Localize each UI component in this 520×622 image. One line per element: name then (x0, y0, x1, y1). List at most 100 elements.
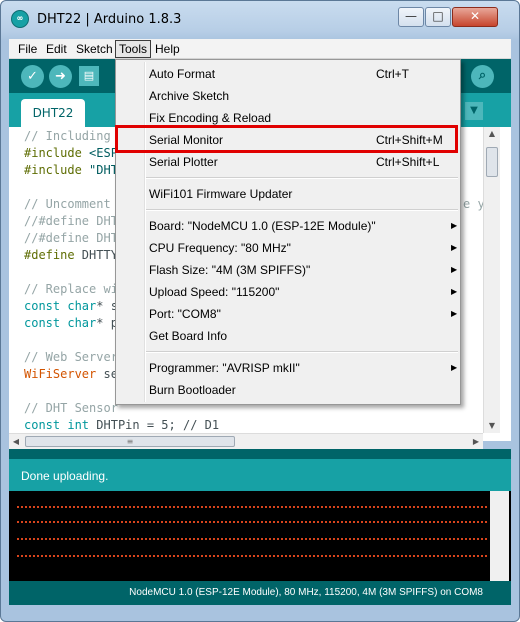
menu-item-label: Port: "COM8" (149, 307, 221, 321)
menu-item-label: Serial Plotter (149, 155, 218, 169)
code-token: char (67, 316, 97, 330)
vertical-scroll-thumb[interactable] (486, 147, 498, 177)
code-line: // Replace wi (24, 281, 118, 298)
menu-item-programmer[interactable]: Programmer: "AVRISP mkII" ▶ (116, 357, 460, 379)
menu-edit[interactable]: Edit (43, 40, 70, 58)
code-token: #include (24, 163, 82, 177)
menu-item-label: Burn Bootloader (149, 383, 236, 397)
code-line: const int DHTPin = 5; // D1 (24, 417, 219, 434)
minimize-button[interactable]: — (398, 7, 424, 27)
code-token: DHTTY (74, 248, 118, 262)
maximize-button[interactable]: □ (425, 7, 451, 27)
console-output-line (17, 538, 487, 540)
editor-vertical-scrollbar[interactable]: ▲ ▼ (483, 127, 500, 433)
menu-item-archive-sketch[interactable]: Archive Sketch (116, 85, 460, 107)
menu-item-shortcut: Ctrl+T (376, 67, 409, 81)
code-line: // Including (24, 128, 111, 145)
arduino-ide-window: ∞ DHT22 | Arduino 1.8.3 — □ ✕ File Edit … (0, 0, 520, 622)
status-message: Done uploading. (21, 469, 109, 483)
code-line: const char* p (24, 315, 118, 332)
submenu-arrow-icon: ▶ (451, 287, 458, 296)
verify-button[interactable]: ✓ (21, 65, 44, 88)
menu-item-flash-size[interactable]: Flash Size: "4M (3M SPIFFS)" ▶ (116, 259, 460, 281)
menu-item-shortcut: Ctrl+Shift+L (376, 155, 440, 169)
tab-dht22[interactable]: DHT22 (21, 99, 85, 127)
code-line: //#define DHT (24, 230, 118, 247)
code-token: int (67, 418, 90, 432)
code-token: #include (24, 146, 82, 160)
code-line: #include <ESP (24, 145, 118, 162)
code-line: const char* s (24, 298, 118, 315)
menu-item-label: Board: "NodeMCU 1.0 (ESP-12E Module)" (149, 219, 376, 233)
menu-item-label: CPU Frequency: "80 MHz" (149, 241, 291, 255)
submenu-arrow-icon: ▶ (451, 363, 458, 372)
code-token: "DHT (81, 163, 118, 177)
menu-item-upload-speed[interactable]: Upload Speed: "115200" ▶ (116, 281, 460, 303)
editor-horizontal-scrollbar[interactable]: ◀ ≡ ▶ (9, 433, 483, 449)
scroll-left-arrow-icon[interactable]: ◀ (9, 434, 23, 449)
new-sketch-button[interactable]: ▤ (79, 66, 99, 86)
code-token: // Including (24, 129, 111, 143)
menu-tools[interactable]: Tools (115, 40, 152, 58)
menu-item-label: Programmer: "AVRISP mkII" (149, 361, 300, 375)
menu-item-burn-bootloader[interactable]: Burn Bootloader (116, 379, 460, 401)
menu-item-serial-plotter[interactable]: Serial Plotter Ctrl+Shift+L (116, 151, 460, 173)
menu-item-get-board-info[interactable]: Get Board Info (116, 325, 460, 347)
menu-item-label: Get Board Info (149, 329, 228, 343)
code-overflow-fragment: e y (463, 197, 485, 211)
upload-button[interactable]: ➜ (49, 65, 72, 88)
menu-item-auto-format[interactable]: Auto Format Ctrl+T (116, 63, 460, 85)
tab-menu-button[interactable]: ▼ (465, 102, 483, 120)
code-line: #define DHTTY (24, 247, 118, 264)
tools-dropdown-menu: Auto Format Ctrl+T Archive Sketch Fix Encod… (115, 59, 461, 405)
code-token: // Uncomment (24, 197, 111, 211)
menu-separator (146, 209, 458, 211)
console-output-line (17, 555, 487, 557)
code-token: // Web Server (24, 350, 118, 364)
horizontal-scroll-thumb[interactable]: ≡ (25, 436, 235, 447)
window-title: DHT22 | Arduino 1.8.3 (37, 12, 182, 27)
console-output-line (17, 521, 487, 523)
submenu-arrow-icon: ▶ (451, 221, 458, 230)
serial-monitor-highlight (115, 125, 458, 153)
menu-sketch[interactable]: Sketch (73, 40, 116, 58)
code-line: // Uncomment (24, 196, 111, 213)
code-token: // Replace wi (24, 282, 118, 296)
submenu-arrow-icon: ▶ (451, 265, 458, 274)
menu-help[interactable]: Help (152, 40, 183, 58)
code-token: //#define DHT (24, 231, 118, 245)
menu-separator (146, 351, 458, 353)
code-line: WiFiServer se (24, 366, 118, 383)
menu-item-cpu-frequency[interactable]: CPU Frequency: "80 MHz" ▶ (116, 237, 460, 259)
code-line: // Web Server (24, 349, 118, 366)
console-scrollbar[interactable] (490, 491, 509, 581)
code-token: const (24, 299, 61, 313)
close-button[interactable]: ✕ (452, 7, 498, 27)
code-token: const (24, 316, 61, 330)
menu-item-board[interactable]: Board: "NodeMCU 1.0 (ESP-12E Module)" ▶ (116, 215, 460, 237)
code-line: // DHT Sensor (24, 400, 118, 417)
code-line: //#define DHT (24, 213, 118, 230)
scroll-right-arrow-icon[interactable]: ▶ (469, 434, 483, 449)
code-line: #include "DHT (24, 162, 118, 179)
submenu-arrow-icon: ▶ (451, 243, 458, 252)
menu-item-label: Flash Size: "4M (3M SPIFFS)" (149, 263, 311, 277)
menu-item-wifi101-firmware-updater[interactable]: WiFi101 Firmware Updater (116, 183, 460, 205)
panel-divider[interactable] (9, 449, 511, 459)
menu-separator (146, 177, 458, 179)
code-token: DHTPin = 5; // D1 (89, 418, 220, 432)
menu-item-port[interactable]: Port: "COM8" ▶ (116, 303, 460, 325)
code-token: char (67, 299, 97, 313)
code-token: // DHT Sensor (24, 401, 118, 415)
code-token: //#define DHT (24, 214, 118, 228)
scroll-up-arrow-icon[interactable]: ▲ (484, 127, 500, 141)
menu-file[interactable]: File (15, 40, 40, 58)
board-info: NodeMCU 1.0 (ESP-12E Module), 80 MHz, 11… (129, 587, 483, 598)
board-status-footer: NodeMCU 1.0 (ESP-12E Module), 80 MHz, 11… (9, 581, 511, 605)
code-token: WiFiServer (24, 367, 97, 381)
console-output-line (17, 506, 487, 508)
menu-item-label: Auto Format (149, 67, 216, 81)
serial-monitor-button[interactable]: ⌕ (471, 65, 494, 88)
scroll-down-arrow-icon[interactable]: ▼ (484, 419, 500, 433)
output-console[interactable] (9, 491, 511, 581)
